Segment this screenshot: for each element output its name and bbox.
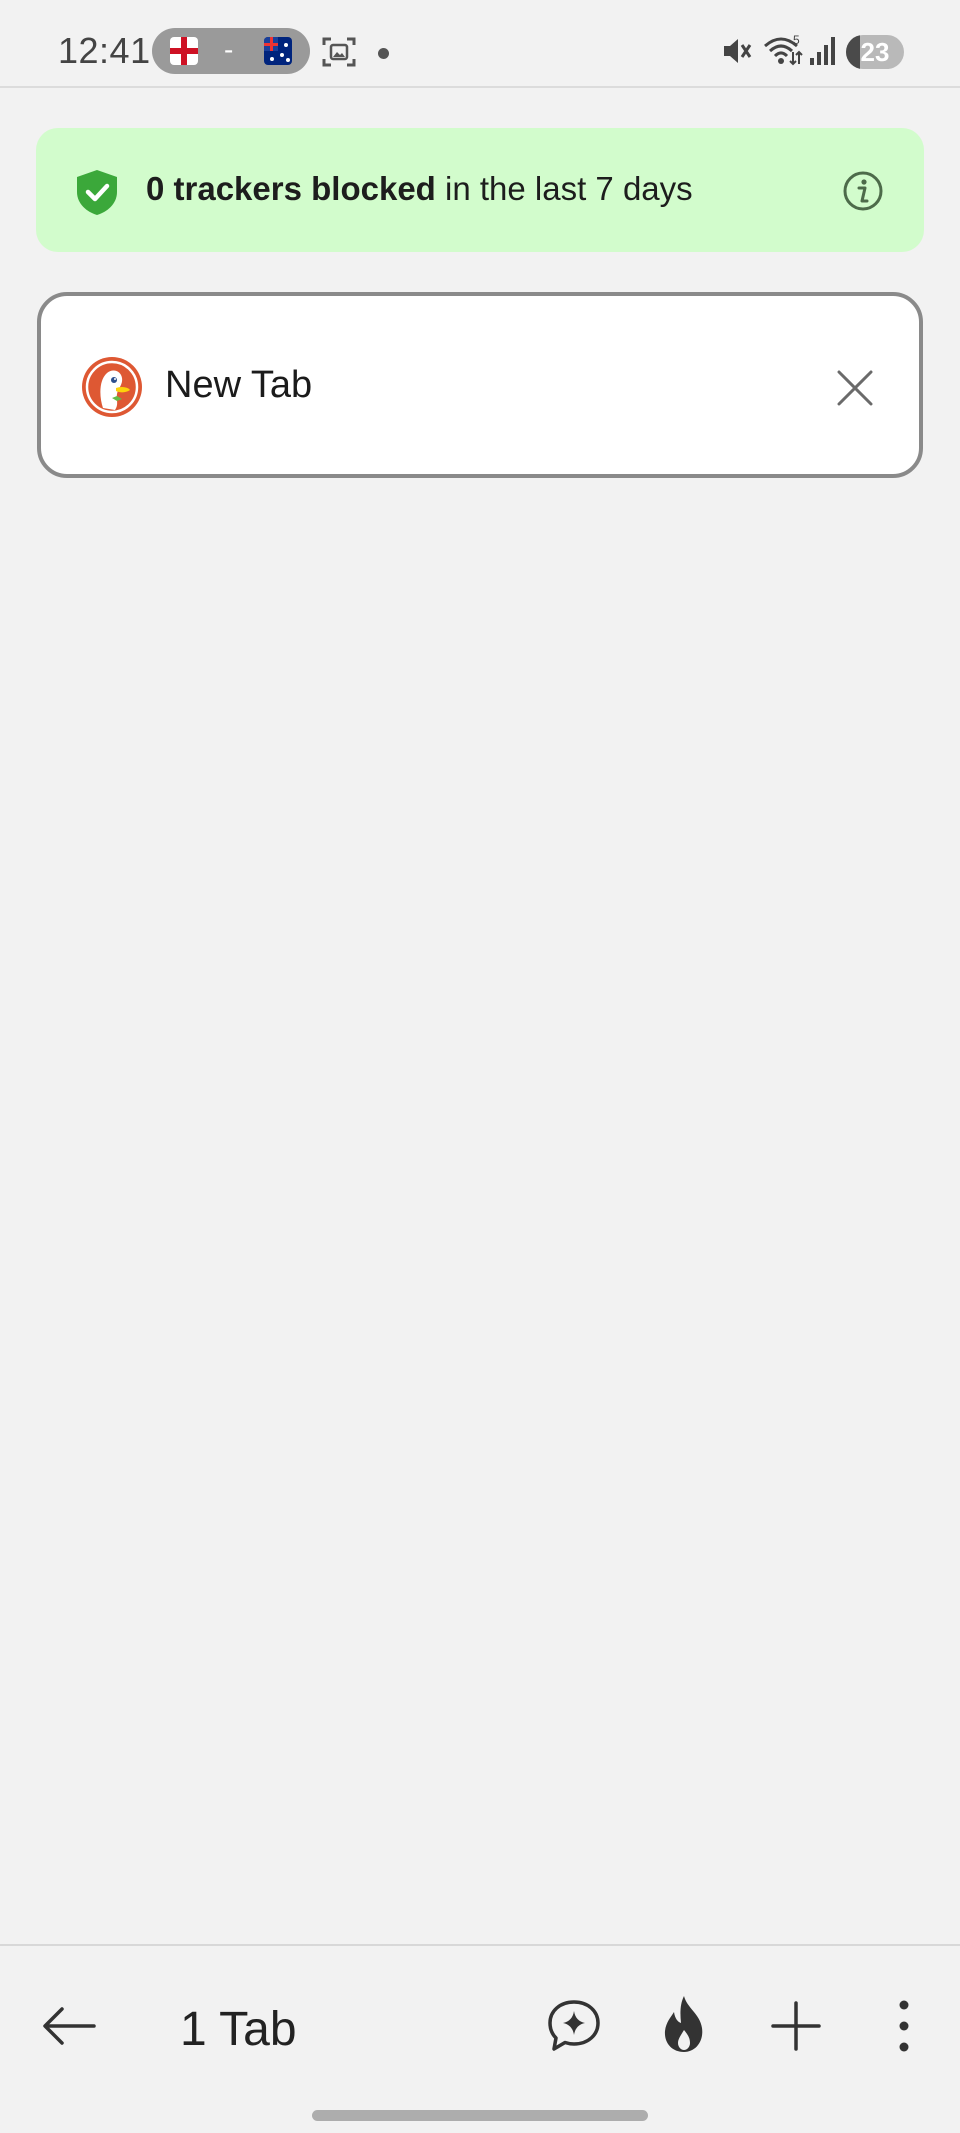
tab-count-label: 1 Tab [180, 2003, 297, 2056]
duckduckgo-logo-icon [81, 356, 143, 418]
flags-pill: - [152, 28, 310, 74]
info-icon[interactable] [842, 170, 884, 212]
battery-level: 23 [860, 37, 890, 67]
ai-chat-icon[interactable] [544, 1996, 604, 2056]
svg-text:5: 5 [793, 33, 800, 47]
signal-strength-icon [808, 34, 838, 66]
england-flag-icon [170, 37, 198, 65]
home-indicator[interactable] [312, 2110, 648, 2121]
trackers-blocked-suffix: in the last 7 days [435, 170, 693, 207]
status-time: 12:41 [58, 30, 151, 71]
back-arrow-icon[interactable] [38, 1994, 102, 2058]
notification-dot-icon [378, 48, 389, 59]
trackers-blocked-banner[interactable]: 0 trackers blocked in the last 7 days [36, 128, 924, 252]
trackers-blocked-count: 0 trackers blocked [146, 170, 436, 207]
flags-separator: - [224, 34, 234, 65]
battery-icon: 23 [846, 35, 904, 69]
wifi-icon: 5 [763, 32, 803, 68]
screenshot-icon [322, 36, 356, 68]
tab-title: New Tab [165, 364, 313, 406]
fire-icon[interactable] [656, 1994, 712, 2054]
shield-check-icon [74, 168, 120, 216]
tab-card[interactable]: New Tab [37, 292, 923, 478]
more-vertical-icon[interactable] [886, 1996, 922, 2056]
status-bar: 12:41 - 5 23 [0, 0, 960, 88]
mute-icon [720, 34, 754, 68]
bottom-toolbar: 1 Tab [0, 1944, 960, 2133]
plus-icon[interactable] [770, 2000, 822, 2052]
close-tab-icon[interactable] [835, 368, 875, 408]
australia-flag-icon [264, 37, 292, 65]
trackers-blocked-text: 0 trackers blocked in the last 7 days [146, 170, 693, 208]
